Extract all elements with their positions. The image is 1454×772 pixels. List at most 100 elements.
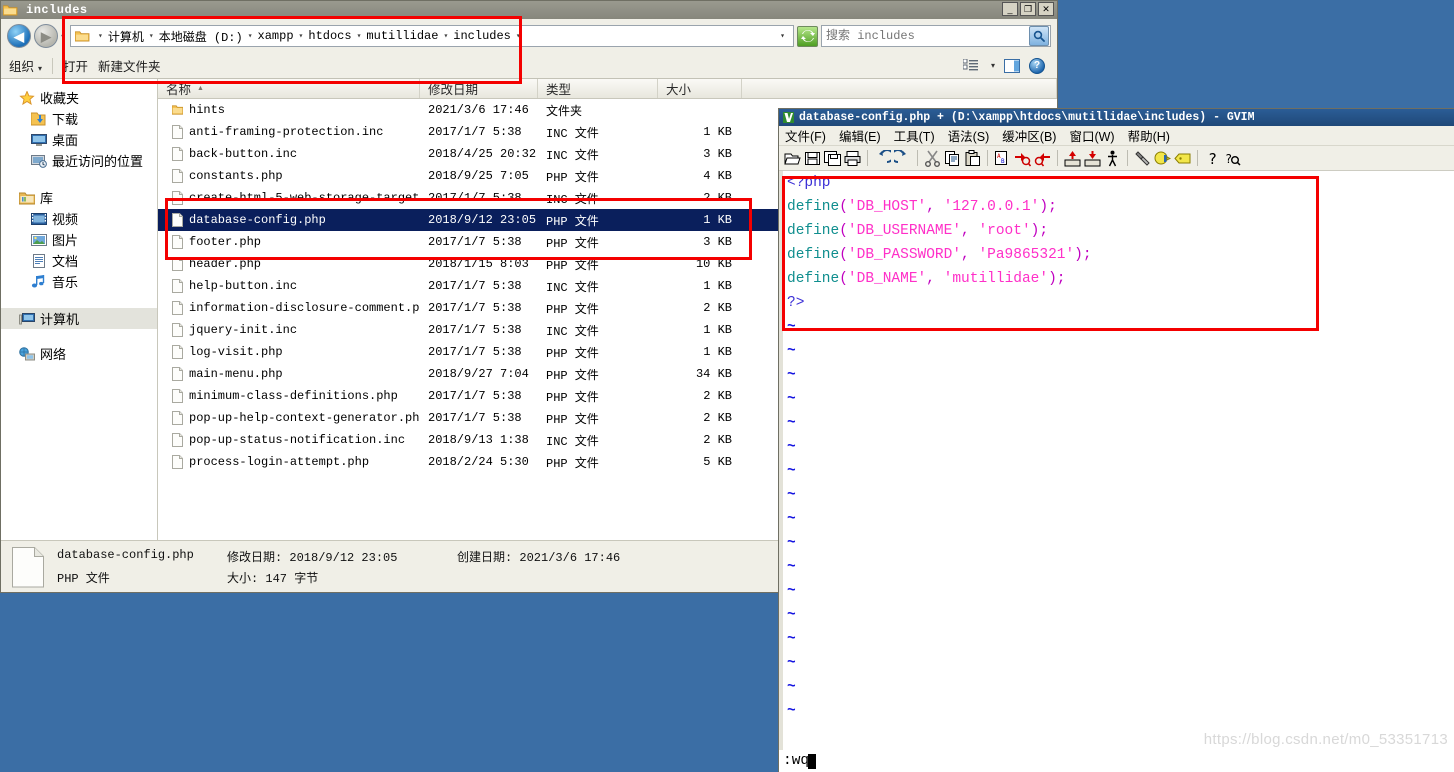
sidebar-item-desktop[interactable]: 桌面 bbox=[1, 129, 157, 150]
sidebar-item-label: 音乐 bbox=[52, 275, 79, 290]
save-session-icon[interactable] bbox=[1084, 150, 1101, 167]
sidebar-item-label: 计算机 bbox=[40, 312, 80, 327]
run-script-icon[interactable] bbox=[1104, 150, 1121, 167]
search-button[interactable] bbox=[1029, 26, 1049, 46]
address-history-dropdown-icon[interactable]: ▾ bbox=[780, 31, 789, 41]
sidebar-item-recent-places[interactable]: 最近访问的位置 bbox=[1, 150, 157, 171]
breadcrumb-item-0[interactable]: 计算机 bbox=[107, 28, 145, 45]
make-icon[interactable] bbox=[1134, 150, 1151, 167]
back-arrow-icon: ◀ bbox=[14, 28, 24, 44]
sidebar-item-music[interactable]: 音乐 bbox=[1, 271, 157, 292]
file-name-label: log-visit.php bbox=[189, 345, 283, 359]
code-token: 'DB_USERNAME' bbox=[847, 223, 962, 239]
sidebar-item-computer[interactable]: 计算机 bbox=[1, 308, 157, 329]
find-next-icon[interactable] bbox=[1014, 150, 1031, 167]
address-folder-icon bbox=[75, 31, 90, 42]
gvim-menu-item-6[interactable]: 帮助(H) bbox=[1128, 126, 1170, 145]
music-icon bbox=[31, 274, 45, 287]
breadcrumb-item-4[interactable]: mutillidae bbox=[365, 29, 439, 43]
help-icon[interactable]: ? bbox=[1204, 150, 1221, 167]
forward-button[interactable]: ▶ bbox=[34, 24, 58, 48]
sidebar-item-pictures[interactable]: 图片 bbox=[1, 229, 157, 250]
undo-icon[interactable] bbox=[874, 149, 891, 167]
gvim-editor-area[interactable]: <?php define('DB_HOST', '127.0.0.1'); defi… bbox=[779, 170, 1454, 750]
tag-jump-icon[interactable] bbox=[1174, 150, 1191, 167]
toolbar-divider bbox=[52, 57, 54, 74]
file-name-label: anti-framing-protection.inc bbox=[189, 125, 384, 139]
details-created-label: 创建日期: bbox=[457, 550, 513, 565]
breadcrumb-separator-4[interactable]: ▾ bbox=[439, 31, 452, 41]
sidebar-item-favorites[interactable]: 收藏夹 bbox=[1, 87, 157, 108]
print-icon[interactable] bbox=[844, 150, 861, 167]
documents-icon bbox=[33, 253, 45, 268]
file-name-label: constants.php bbox=[189, 169, 283, 183]
column-header-size[interactable]: 大小 bbox=[658, 79, 742, 98]
preview-pane-icon[interactable] bbox=[1004, 58, 1020, 73]
recent-locations-dropdown-icon[interactable]: ▾ bbox=[61, 32, 65, 41]
copy-icon[interactable] bbox=[944, 150, 961, 167]
sidebar-item-documents[interactable]: 文档 bbox=[1, 250, 157, 271]
file-name-label: help-button.inc bbox=[189, 279, 298, 293]
paste-icon[interactable] bbox=[964, 149, 981, 167]
gvim-menu-item-0[interactable]: 文件(F) bbox=[785, 126, 826, 145]
breadcrumb-leading-separator[interactable]: ▾ bbox=[94, 31, 107, 41]
breadcrumb-separator-5[interactable]: ▾ bbox=[512, 31, 525, 41]
gvim-menu-item-4[interactable]: 缓冲区(B) bbox=[1002, 126, 1056, 145]
code-token: , bbox=[961, 247, 970, 263]
help-button[interactable]: ? bbox=[1029, 57, 1045, 74]
file-date-cell: 2018/9/13 1:38 bbox=[428, 433, 529, 447]
load-session-icon[interactable] bbox=[1064, 150, 1081, 167]
gvim-menu-item-5[interactable]: 窗口(W) bbox=[1069, 126, 1114, 145]
open-icon[interactable] bbox=[784, 150, 801, 167]
new-folder-button[interactable]: 新建文件夹 bbox=[98, 56, 161, 75]
maximize-button[interactable]: ❐ bbox=[1020, 2, 1036, 16]
organize-menu-button[interactable]: 组织 ▾ bbox=[9, 56, 42, 75]
code-token: , bbox=[926, 271, 935, 287]
sidebar-item-network[interactable]: 网络 bbox=[1, 343, 157, 364]
view-dropdown-caret-icon[interactable]: ▾ bbox=[991, 61, 995, 70]
cut-icon[interactable] bbox=[924, 150, 941, 167]
column-header-type[interactable]: 类型 bbox=[538, 79, 658, 98]
breadcrumb-separator-2[interactable]: ▾ bbox=[295, 31, 308, 41]
gvim-menu-item-3[interactable]: 语法(S) bbox=[948, 126, 990, 145]
column-header-name[interactable]: 名称 ▲ bbox=[158, 79, 420, 98]
window-controls: _ ❐ ✕ bbox=[1002, 2, 1054, 16]
code-token: ) bbox=[1039, 199, 1049, 215]
back-button[interactable]: ◀ bbox=[7, 24, 31, 48]
find-help-icon[interactable]: ? bbox=[1224, 150, 1241, 167]
toolbar-divider bbox=[867, 150, 868, 166]
save-icon[interactable] bbox=[804, 150, 821, 167]
gvim-text-buffer[interactable]: <?php define('DB_HOST', '127.0.0.1'); defi… bbox=[783, 171, 1454, 750]
sidebar-item-videos[interactable]: 视频 bbox=[1, 208, 157, 229]
gvim-menu-item-2[interactable]: 工具(T) bbox=[894, 126, 935, 145]
open-button[interactable]: 打开 bbox=[63, 56, 88, 75]
breadcrumb-separator-3[interactable]: ▾ bbox=[353, 31, 366, 41]
search-input[interactable] bbox=[822, 27, 1029, 45]
breadcrumb-item-2[interactable]: xampp bbox=[257, 29, 295, 43]
code-token: ( bbox=[839, 247, 848, 263]
sidebar-item-downloads[interactable]: 下载 bbox=[1, 108, 157, 129]
shell-icon[interactable] bbox=[1154, 150, 1171, 167]
save-all-icon[interactable] bbox=[824, 150, 841, 167]
breadcrumb-item-1[interactable]: 本地磁盘 (D:) bbox=[158, 28, 244, 45]
minimize-button[interactable]: _ bbox=[1002, 2, 1018, 16]
details-line-1: database-config.php 修改日期: 2018/9/12 23:0… bbox=[57, 548, 620, 565]
gvim-title-bar: database-config.php + (D:\xampp\htdocs\m… bbox=[779, 109, 1454, 126]
file-name-label: jquery-init.inc bbox=[189, 323, 298, 337]
gvim-command-line[interactable]: :wq bbox=[779, 750, 1454, 772]
find-replace-icon[interactable]: AB bbox=[994, 150, 1011, 167]
breadcrumb-item-5[interactable]: includes bbox=[452, 29, 512, 43]
breadcrumb-separator-1[interactable]: ▾ bbox=[244, 31, 257, 41]
search-box[interactable] bbox=[821, 25, 1051, 47]
find-prev-icon[interactable] bbox=[1034, 150, 1051, 167]
breadcrumb-item-3[interactable]: htdocs bbox=[307, 29, 352, 43]
gvim-menu-item-1[interactable]: 编辑(E) bbox=[839, 126, 881, 145]
list-view-icon[interactable] bbox=[962, 59, 978, 72]
breadcrumb-separator-0[interactable]: ▾ bbox=[145, 31, 158, 41]
redo-icon[interactable] bbox=[894, 149, 911, 167]
close-button[interactable]: ✕ bbox=[1038, 2, 1054, 16]
refresh-button[interactable] bbox=[797, 25, 818, 47]
column-header-date[interactable]: 修改日期 bbox=[420, 79, 538, 98]
sidebar-item-libraries[interactable]: 库 bbox=[1, 187, 157, 208]
address-bar[interactable]: ▾ 计算机 ▾ 本地磁盘 (D:) ▾ xampp ▾ htdocs ▾ mut… bbox=[70, 25, 794, 47]
